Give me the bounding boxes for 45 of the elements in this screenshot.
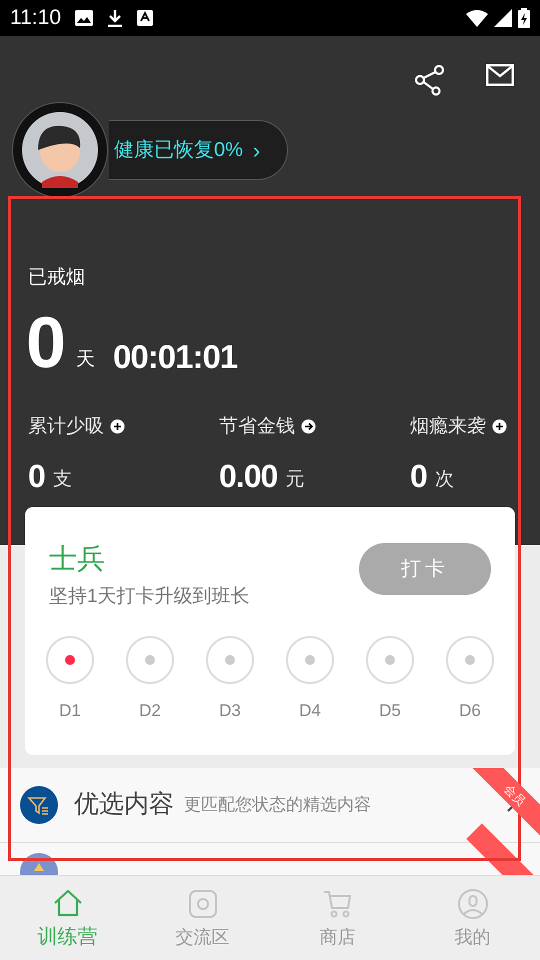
days-count: 0 <box>26 310 66 374</box>
plus-circle-icon[interactable] <box>492 419 507 434</box>
filter-icon <box>20 786 58 824</box>
day-label: D2 <box>139 700 161 722</box>
nav-tab[interactable]: 商店 <box>270 876 405 960</box>
day-label: D6 <box>459 700 481 722</box>
day-label: D5 <box>379 700 401 722</box>
stat-value: 0 <box>28 461 45 491</box>
row-subtitle: 更匹配您状态的精选内容 <box>184 794 371 816</box>
day-label: D4 <box>299 700 321 722</box>
square-icon <box>186 888 218 920</box>
elapsed-time: 00:01:01 <box>113 338 238 374</box>
nav-tab[interactable]: 训练营 <box>0 876 135 960</box>
stat-unit: 支 <box>52 469 72 491</box>
stat-value: 0.00 <box>219 461 278 491</box>
days-unit: 天 <box>76 348 96 372</box>
stat-value: 0 <box>410 461 427 491</box>
status-time: 11:10 <box>10 5 61 32</box>
battery-icon <box>518 8 530 28</box>
rank-title: 士兵 <box>49 543 106 575</box>
plus-circle-icon[interactable] <box>110 419 125 434</box>
quit-label: 已戒烟 <box>28 266 86 290</box>
share-icon[interactable] <box>414 64 446 96</box>
cart-icon <box>322 888 354 920</box>
font-icon <box>137 10 153 26</box>
nav-tab[interactable]: 交流区 <box>135 876 270 960</box>
row-title: 优选内容 <box>74 789 174 820</box>
download-icon <box>107 9 123 27</box>
checkin-button[interactable]: 打卡 <box>359 543 491 595</box>
user-icon <box>456 888 488 920</box>
stat-label: 累计少吸 <box>28 414 104 438</box>
stat-label: 烟瘾来袭 <box>410 414 486 438</box>
stat-label: 节省金钱 <box>219 414 295 438</box>
wifi-icon <box>466 10 488 26</box>
arrow-circle-icon[interactable] <box>301 419 316 434</box>
day-label: D1 <box>59 700 81 722</box>
signal-icon <box>494 9 512 27</box>
stat-unit: 元 <box>285 469 304 491</box>
stat-unit: 次 <box>434 469 454 491</box>
rank-hint: 坚持1天打卡升级到班长 <box>49 585 250 609</box>
day-label: D3 <box>219 700 241 722</box>
image-icon <box>75 10 93 26</box>
health-progress-button[interactable]: 健康已恢复0% › <box>109 120 288 180</box>
mail-icon[interactable] <box>486 64 514 86</box>
nav-tab[interactable]: 我的 <box>405 876 540 960</box>
